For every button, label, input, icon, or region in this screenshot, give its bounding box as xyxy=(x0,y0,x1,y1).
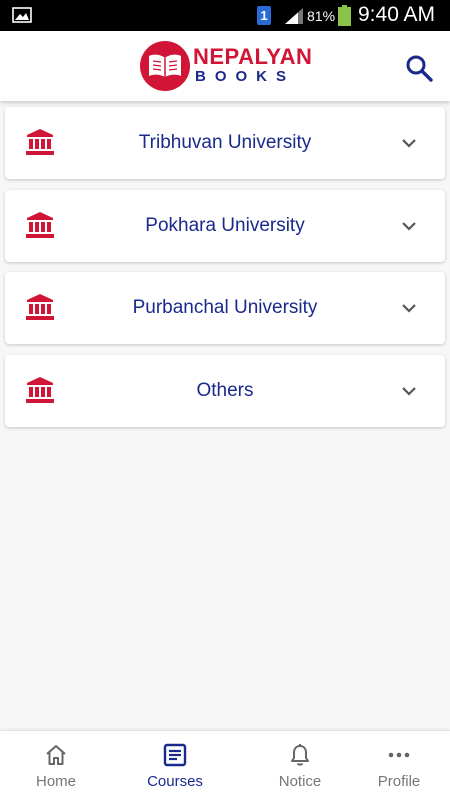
chevron-down-icon[interactable] xyxy=(400,299,418,317)
more-dots-icon xyxy=(388,752,410,758)
battery-icon xyxy=(338,5,351,26)
sim-slot-badge: 1 xyxy=(257,6,271,25)
courses-icon xyxy=(163,743,187,767)
bell-icon xyxy=(291,744,309,766)
app-header: NEPALYAN BOOKS xyxy=(0,31,450,101)
university-label: Tribhuvan University xyxy=(138,132,312,153)
nav-item-courses[interactable]: Courses xyxy=(119,731,231,800)
open-book-icon xyxy=(149,54,181,77)
nav-item-home[interactable]: Home xyxy=(0,731,112,800)
gallery-notification-icon xyxy=(12,7,32,23)
nav-label-notice: Notice xyxy=(278,773,322,790)
nav-label-courses: Courses xyxy=(147,773,203,790)
nav-label-home: Home xyxy=(35,773,76,790)
logo-text-top: NEPALYAN xyxy=(193,44,313,69)
chevron-down-icon[interactable] xyxy=(400,217,418,235)
university-item-others[interactable]: Others xyxy=(5,354,445,427)
battery-percent: 81% xyxy=(307,8,336,24)
chevron-down-icon[interactable] xyxy=(400,134,418,152)
signal-strength-icon xyxy=(285,8,303,24)
university-label: Others xyxy=(196,379,254,401)
institution-icon xyxy=(26,211,54,238)
status-time: 9:40 AM xyxy=(358,3,436,26)
university-label: Purbanchal University xyxy=(132,297,318,318)
university-item-purbanchal[interactable]: Purbanchal University xyxy=(5,272,445,344)
university-item-pokhara[interactable]: Pokhara University xyxy=(5,189,445,262)
logo-circle xyxy=(140,41,190,91)
chevron-down-icon[interactable] xyxy=(400,382,418,400)
institution-icon xyxy=(26,129,54,155)
institution-icon xyxy=(26,294,54,320)
logo-text-bottom: BOOKS xyxy=(195,68,296,85)
search-icon[interactable] xyxy=(404,53,434,83)
university-label: Pokhara University xyxy=(145,214,305,236)
nav-label-profile: Profile xyxy=(377,773,421,790)
university-item-tribhuvan[interactable]: Tribhuvan University xyxy=(5,107,445,179)
nav-item-notice[interactable]: Notice xyxy=(244,731,356,800)
status-bar: 1 81% 9:40 AM xyxy=(0,0,450,31)
home-icon xyxy=(46,745,66,765)
institution-icon xyxy=(26,376,54,403)
bottom-nav: Home Courses Notice Profile xyxy=(0,730,450,800)
nav-item-profile[interactable]: Profile xyxy=(343,731,450,800)
university-list: Tribhuvan University Pokhara University xyxy=(5,107,445,437)
nepalyan-books-logo: NEPALYAN BOOKS xyxy=(140,41,315,91)
